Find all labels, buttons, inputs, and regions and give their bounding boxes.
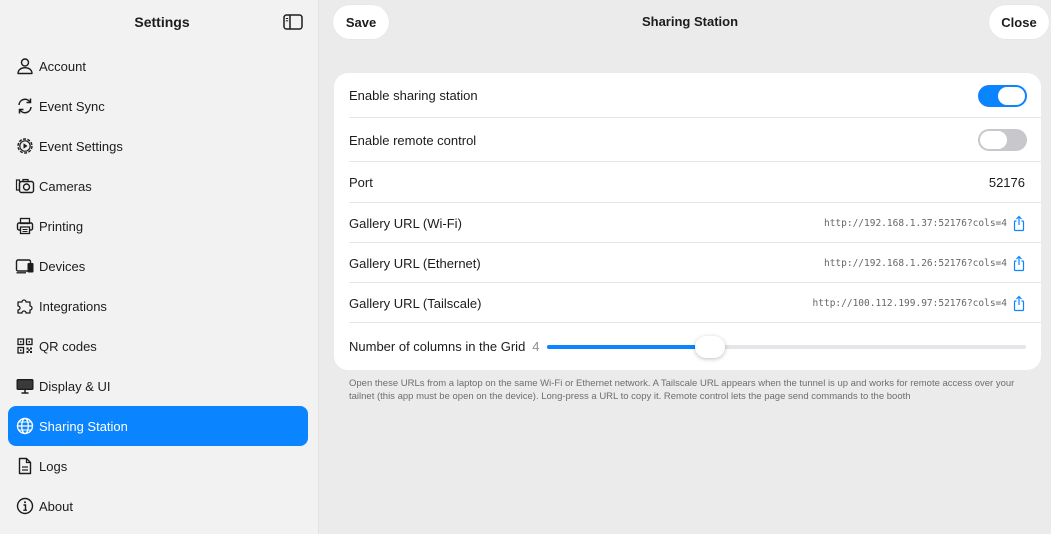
slider-fill bbox=[546, 344, 710, 349]
enable-sharing-label: Enable sharing station bbox=[349, 88, 478, 103]
grid-columns-row: Number of columns in the Grid 4 bbox=[334, 323, 1041, 370]
sidebar: Settings Account Event Sync Event Settin… bbox=[0, 0, 319, 534]
grid-columns-label: Number of columns in the Grid bbox=[349, 339, 526, 354]
sidebar-item-qr-codes[interactable]: QR codes bbox=[8, 326, 308, 366]
sidebar-item-label: Event Sync bbox=[39, 98, 105, 114]
globe-icon bbox=[14, 415, 36, 437]
gallery-url-tailscale-value[interactable]: http://100.112.199.97:52176?cols=4 bbox=[813, 298, 1007, 309]
sidebar-item-label: Event Settings bbox=[39, 138, 123, 154]
enable-sharing-row: Enable sharing station bbox=[334, 73, 1041, 118]
sync-icon bbox=[14, 95, 36, 117]
enable-sharing-toggle[interactable] bbox=[978, 84, 1027, 107]
enable-remote-toggle[interactable] bbox=[978, 129, 1027, 151]
person-icon bbox=[14, 55, 36, 77]
port-row: Port 52176 bbox=[334, 162, 1041, 203]
share-icon[interactable] bbox=[1011, 295, 1027, 312]
page-title: Sharing Station bbox=[641, 14, 739, 29]
gallery-url-wifi-label: Gallery URL (Wi-Fi) bbox=[349, 215, 462, 231]
sidebar-item-label: Devices bbox=[39, 258, 86, 274]
gallery-url-wifi-value[interactable]: http://192.168.1.37:52176?cols=4 bbox=[824, 218, 1007, 229]
share-icon[interactable] bbox=[1011, 215, 1027, 232]
enable-remote-row: Enable remote control bbox=[334, 118, 1041, 162]
sidebar-item-display-ui[interactable]: Display & UI bbox=[8, 366, 308, 406]
info-icon bbox=[14, 495, 36, 517]
sidebar-item-label: About bbox=[39, 498, 73, 514]
grid-columns-slider[interactable] bbox=[546, 335, 1026, 358]
port-label: Port bbox=[349, 175, 373, 190]
sidebar-item-label: Sharing Station bbox=[39, 418, 128, 434]
sidebar-item-label: Account bbox=[39, 58, 86, 74]
gallery-url-ethernet-label: Gallery URL (Ethernet) bbox=[349, 255, 481, 271]
qr-code-icon bbox=[14, 335, 36, 357]
sidebar-item-devices[interactable]: Devices bbox=[8, 246, 308, 286]
document-icon bbox=[14, 455, 36, 477]
sidebar-item-printing[interactable]: Printing bbox=[8, 206, 308, 246]
enable-remote-label: Enable remote control bbox=[349, 132, 477, 148]
sidebar-nav: Account Event Sync Event Settings Camera… bbox=[8, 46, 308, 526]
gallery-url-tailscale-label: Gallery URL (Tailscale) bbox=[349, 295, 482, 311]
sidebar-item-event-settings[interactable]: Event Settings bbox=[8, 126, 308, 166]
save-button[interactable]: Save bbox=[333, 5, 389, 39]
sidebar-item-integrations[interactable]: Integrations bbox=[8, 286, 308, 326]
sidebar-item-sharing-station[interactable]: Sharing Station bbox=[8, 406, 308, 446]
sidebar-item-label: Printing bbox=[39, 218, 84, 234]
port-value[interactable]: 52176 bbox=[989, 175, 1025, 190]
sidebar-item-label: Integrations bbox=[39, 298, 107, 314]
puzzle-icon bbox=[14, 295, 36, 317]
gear-icon bbox=[14, 135, 36, 157]
gallery-url-wifi-row: Gallery URL (Wi-Fi) http://192.168.1.37:… bbox=[334, 203, 1041, 243]
sidebar-toggle-icon[interactable] bbox=[282, 12, 304, 32]
toggle-knob bbox=[998, 86, 1025, 105]
gallery-url-tailscale-row: Gallery URL (Tailscale) http://100.112.1… bbox=[334, 283, 1041, 323]
sharing-footnote: Open these URLs from a laptop on the sam… bbox=[349, 378, 1015, 402]
close-button[interactable]: Close bbox=[989, 5, 1049, 39]
top-bar: Save Sharing Station Close bbox=[320, 0, 1051, 44]
sidebar-item-logs[interactable]: Logs bbox=[8, 446, 308, 486]
sidebar-item-account[interactable]: Account bbox=[8, 46, 308, 86]
toggle-knob bbox=[980, 131, 1007, 149]
gallery-url-ethernet-value[interactable]: http://192.168.1.26:52176?cols=4 bbox=[824, 258, 1007, 269]
gallery-url-ethernet-row: Gallery URL (Ethernet) http://192.168.1.… bbox=[334, 243, 1041, 283]
sidebar-item-about[interactable]: About bbox=[8, 486, 308, 526]
printer-icon bbox=[14, 215, 36, 237]
sidebar-item-event-sync[interactable]: Event Sync bbox=[8, 86, 308, 126]
grid-columns-value: 4 bbox=[532, 339, 540, 354]
sidebar-item-label: QR codes bbox=[39, 338, 97, 354]
sidebar-header: Settings bbox=[0, 0, 319, 44]
devices-icon bbox=[14, 255, 36, 277]
slider-thumb[interactable] bbox=[694, 335, 725, 358]
sidebar-item-cameras[interactable]: Cameras bbox=[8, 166, 308, 206]
sidebar-item-label: Logs bbox=[39, 458, 68, 474]
sidebar-title: Settings bbox=[134, 14, 190, 30]
sidebar-item-label: Display & UI bbox=[39, 378, 111, 394]
share-icon[interactable] bbox=[1011, 255, 1027, 272]
sharing-settings-card: Enable sharing station Enable remote con… bbox=[334, 73, 1041, 370]
sidebar-item-label: Cameras bbox=[39, 178, 92, 194]
camera-icon bbox=[14, 175, 36, 197]
display-icon bbox=[14, 375, 36, 397]
